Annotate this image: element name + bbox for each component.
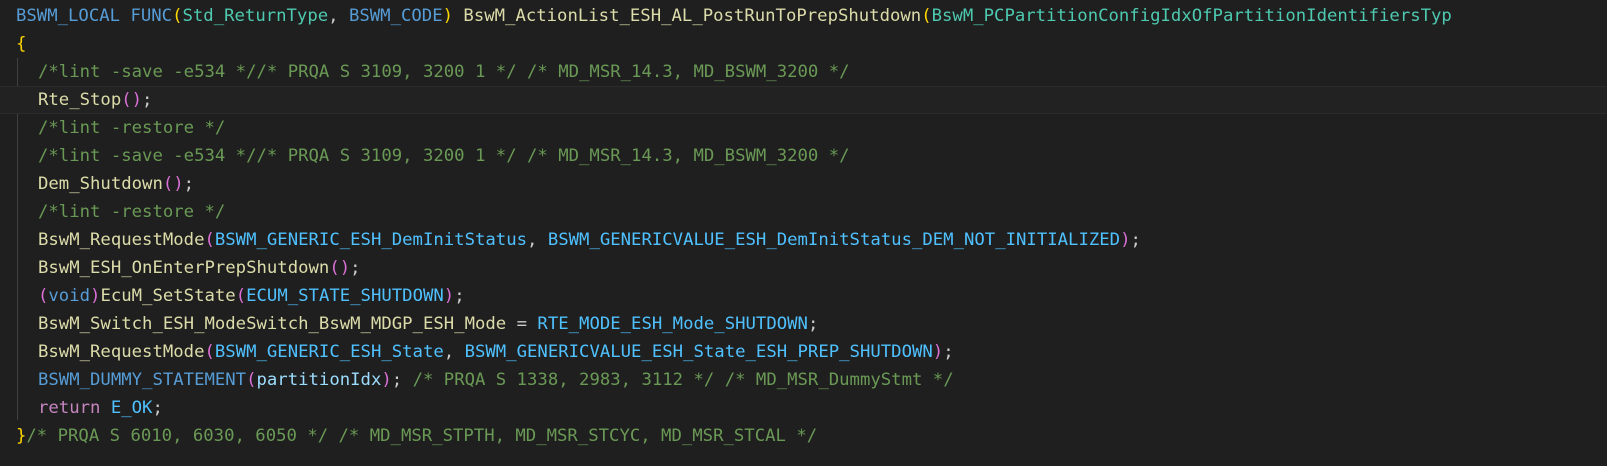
code-line-on-enter-prep-shutdown[interactable]: BswM_ESH_OnEnterPrepShutdown();	[0, 254, 1607, 282]
code-text: BSWM_LOCAL FUNC(Std_ReturnType, BSWM_COD…	[16, 6, 1452, 26]
token-function: Dem_Shutdown	[38, 174, 163, 194]
code-line-lint-restore-1[interactable]: /*lint -restore */	[0, 114, 1607, 142]
token-type: BswM_PCPartitionConfigIdxOfPartitionIden…	[931, 6, 1452, 26]
token-macro: FUNC	[130, 6, 173, 26]
token-function: BswM_ESH_OnEnterPrepShutdown	[38, 258, 330, 278]
token-macro: BSWM_LOCAL	[16, 6, 121, 26]
token-function: Rte_Stop	[38, 90, 122, 110]
code-text: (void)EcuM_SetState(ECUM_STATE_SHUTDOWN)…	[38, 286, 465, 306]
code-line-close-brace[interactable]: }/* PRQA S 6010, 6030, 6050 */ /* MD_MSR…	[0, 422, 1607, 450]
token-constant: BSWM_GENERICVALUE_ESH_State_ESH_PREP_SHU…	[464, 342, 933, 362]
code-text: Dem_Shutdown();	[38, 174, 195, 194]
code-line-open-brace[interactable]: {	[0, 30, 1607, 58]
token-bracket: )	[90, 286, 101, 306]
token-type: Std_ReturnType	[182, 6, 329, 26]
code-text: BSWM_DUMMY_STATEMENT(partitionIdx); /* P…	[38, 370, 954, 390]
code-line-lint-save-1[interactable]: /*lint -save -e534 *//* PRQA S 3109, 320…	[0, 58, 1607, 86]
token-constant: BSWM_GENERIC_ESH_State	[214, 342, 444, 362]
token-macro: BSWM_CODE	[348, 6, 443, 26]
token-keyword: void	[48, 286, 91, 306]
token-bracket: (	[38, 286, 49, 306]
token-bracket: ()	[121, 90, 143, 110]
token-comment: /*lint -save -e534 *//* PRQA S 3109, 320…	[38, 62, 850, 82]
token-bracket: ()	[162, 174, 184, 194]
token-variable: partitionIdx	[256, 370, 382, 390]
code-line-request-mode-2[interactable]: BswM_RequestMode(BSWM_GENERIC_ESH_State,…	[0, 338, 1607, 366]
code-line-dummy-statement[interactable]: BSWM_DUMMY_STATEMENT(partitionIdx); /* P…	[0, 366, 1607, 394]
token-bracket: )	[932, 342, 944, 362]
token-function: BswM_Switch_ESH_ModeSwitch_BswM_MDGP_ESH…	[38, 314, 507, 334]
token-bracket: (	[172, 6, 183, 26]
token-comment: /* PRQA S 1338, 2983, 3112 */ /* MD_MSR_…	[412, 370, 954, 390]
token-comment: /*lint -save -e534 *//* PRQA S 3109, 320…	[38, 146, 850, 166]
token-bracket: (	[204, 342, 215, 362]
token-function: BswM_ActionList_ESH_AL_PostRunToPrepShut…	[463, 6, 922, 26]
token-function: EcuM_SetState	[100, 286, 236, 306]
token-bracket: )	[443, 286, 455, 306]
code-text: Rte_Stop();	[38, 90, 153, 110]
token-comment: /* PRQA S 6010, 6030, 6050 */ /* MD_MSR_…	[26, 426, 818, 446]
code-editor[interactable]: BSWM_LOCAL FUNC(Std_ReturnType, BSWM_COD…	[0, 0, 1607, 466]
token-bracket: (	[235, 286, 247, 306]
token-constant: BSWM_GENERIC_ESH_DemInitStatus	[214, 230, 528, 250]
token-comment: /*lint -restore */	[38, 202, 226, 222]
token-bracket: (	[204, 230, 215, 250]
token-bracket: ()	[329, 258, 351, 278]
token-brace: }	[16, 426, 27, 446]
code-line-set-state[interactable]: (void)EcuM_SetState(ECUM_STATE_SHUTDOWN)…	[0, 282, 1607, 310]
code-line-dem-shutdown[interactable]: Dem_Shutdown();	[0, 170, 1607, 198]
token-constant: BSWM_GENERICVALUE_ESH_DemInitStatus_DEM_…	[547, 230, 1121, 250]
code-text: BswM_RequestMode(BSWM_GENERIC_ESH_DemIni…	[38, 230, 1141, 250]
code-line-lint-save-2[interactable]: /*lint -save -e534 *//* PRQA S 3109, 320…	[0, 142, 1607, 170]
token-bracket: )	[381, 370, 392, 390]
code-line-lint-restore-2[interactable]: /*lint -restore */	[0, 198, 1607, 226]
token-function: BswM_RequestMode	[38, 342, 205, 362]
code-line-rte-stop[interactable]: Rte_Stop();	[0, 86, 1607, 114]
token-bracket: (	[246, 370, 257, 390]
code-line-request-mode-1[interactable]: BswM_RequestMode(BSWM_GENERIC_ESH_DemIni…	[0, 226, 1607, 254]
token-comment: /*lint -restore */	[38, 118, 226, 138]
code-line-mode-switch[interactable]: BswM_Switch_ESH_ModeSwitch_BswM_MDGP_ESH…	[0, 310, 1607, 338]
token-keyword: return	[38, 398, 101, 418]
token-bracket: )	[1120, 230, 1131, 250]
token-constant: RTE_MODE_ESH_Mode_SHUTDOWN	[537, 314, 808, 334]
code-text: return E_OK;	[38, 398, 163, 418]
token-function: BswM_RequestMode	[38, 230, 205, 250]
code-text: BswM_Switch_ESH_ModeSwitch_BswM_MDGP_ESH…	[38, 314, 819, 334]
token-bracket: (	[921, 6, 932, 26]
code-text: }/* PRQA S 6010, 6030, 6050 */ /* MD_MSR…	[16, 422, 817, 450]
token-constant: E_OK	[110, 398, 153, 418]
code-text: BswM_ESH_OnEnterPrepShutdown();	[38, 258, 361, 278]
code-line-function-header[interactable]: BSWM_LOCAL FUNC(Std_ReturnType, BSWM_COD…	[0, 2, 1607, 30]
code-line-return[interactable]: return E_OK;	[0, 394, 1607, 422]
token-constant: ECUM_STATE_SHUTDOWN	[246, 286, 444, 306]
code-text: BswM_RequestMode(BSWM_GENERIC_ESH_State,…	[38, 342, 954, 362]
token-macro: BSWM_DUMMY_STATEMENT	[38, 370, 247, 390]
token-brace: {	[16, 34, 27, 54]
token-bracket: )	[442, 6, 454, 26]
